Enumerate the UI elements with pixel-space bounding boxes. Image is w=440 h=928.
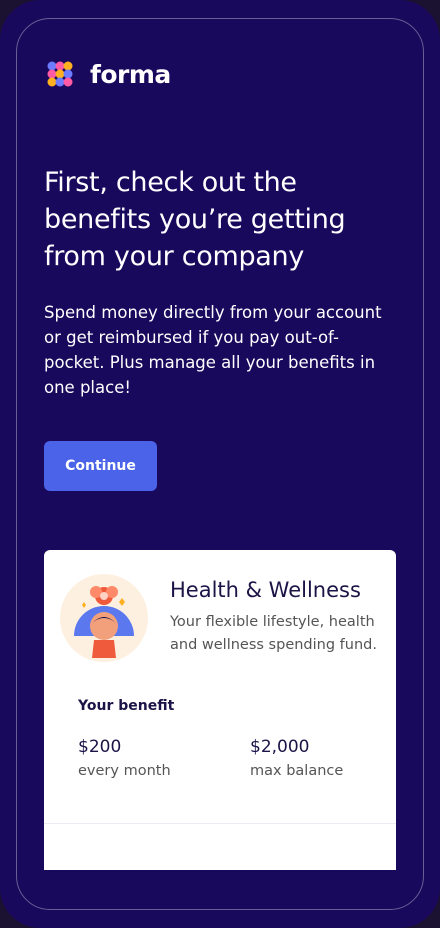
wellness-person-illustration bbox=[60, 574, 148, 662]
card-divider bbox=[44, 823, 396, 824]
benefit-section-label: Your benefit bbox=[78, 698, 175, 714]
stat-value: $200 bbox=[78, 737, 122, 757]
benefit-description: Your flexible lifestyle, health and well… bbox=[170, 614, 377, 653]
benefit-title: Health & Wellness bbox=[170, 578, 361, 602]
continue-button[interactable]: Continue bbox=[44, 441, 157, 491]
monthly-amount-stat: $200 every month bbox=[78, 736, 171, 782]
stat-caption: every month bbox=[78, 763, 171, 779]
stat-value: $2,000 bbox=[250, 737, 310, 757]
page-subtext: Spend money directly from your account o… bbox=[44, 303, 382, 397]
page-headline: First, check out the benefits you’re get… bbox=[44, 167, 346, 272]
stat-caption: max balance bbox=[250, 763, 344, 779]
benefit-card: Health & Wellness Your flexible lifestyl… bbox=[44, 550, 396, 870]
brand-name: forma bbox=[90, 59, 171, 89]
forma-logo-icon bbox=[47, 61, 73, 87]
max-balance-stat: $2,000 max balance bbox=[250, 736, 343, 782]
phone-screen: forma First, check out the benefits you’… bbox=[0, 0, 440, 928]
brand-header: forma bbox=[44, 58, 171, 90]
